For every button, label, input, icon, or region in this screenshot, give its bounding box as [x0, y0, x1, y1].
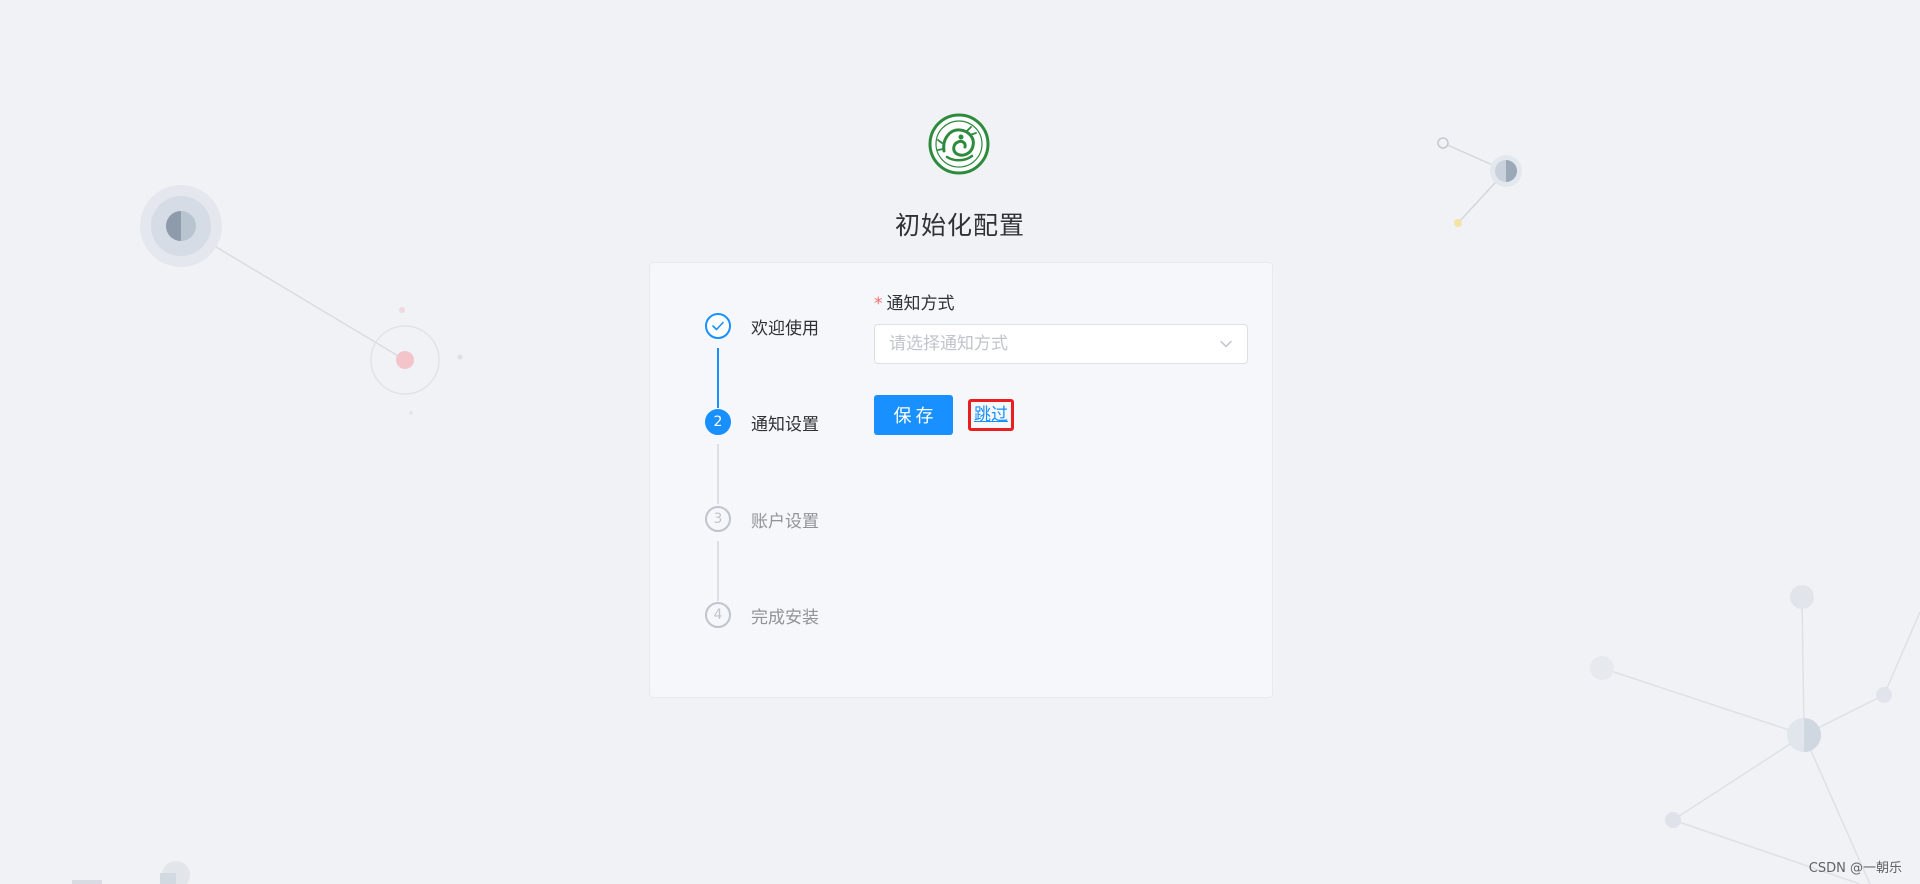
check-icon: [712, 321, 724, 331]
chevron-down-icon[interactable]: [1219, 337, 1233, 351]
step-1-circle: [705, 313, 731, 339]
step-3-circle: 3: [705, 506, 731, 532]
step-2-circle: 2: [705, 409, 731, 435]
step-welcome: 欢迎使用: [705, 310, 819, 342]
required-mark: *: [874, 294, 883, 314]
watermark: CSDN @一朝乐: [1808, 861, 1902, 876]
steps-vertical: 欢迎使用 2 通知设置 3 账户设置 4 完成安装: [705, 310, 845, 640]
step-notify: 2 通知设置: [705, 406, 819, 438]
step-3-label: 账户设置: [751, 511, 819, 532]
step-connector-1: [717, 348, 719, 408]
step-2-label: 通知设置: [751, 414, 819, 435]
step-4-circle: 4: [705, 602, 731, 628]
notify-method-select[interactable]: 请选择通知方式: [874, 324, 1248, 364]
save-button[interactable]: 保存: [874, 395, 953, 435]
step-account: 3 账户设置: [705, 503, 819, 535]
notify-method-label-text: 通知方式: [886, 294, 955, 314]
step-connector-2: [717, 444, 719, 504]
step-connector-3: [717, 541, 719, 601]
page-title: 初始化配置: [894, 211, 1025, 240]
page: 初始化配置 欢迎使用 2 通知设置 3 账户设置 4 完成安装 * 通知方式 请…: [0, 0, 1920, 884]
step-1-label: 欢迎使用: [751, 318, 819, 339]
step-4-label: 完成安装: [751, 607, 819, 628]
step-finish: 4 完成安装: [705, 599, 819, 631]
notify-method-placeholder: 请选择通知方式: [889, 334, 1008, 354]
dragon-emblem-icon: [928, 113, 990, 175]
notify-method-label: * 通知方式: [874, 290, 1248, 318]
notify-form: * 通知方式 请选择通知方式 保存 跳过: [874, 290, 1248, 435]
skip-link[interactable]: 跳过: [968, 399, 1014, 431]
form-actions: 保存 跳过: [874, 395, 1248, 435]
